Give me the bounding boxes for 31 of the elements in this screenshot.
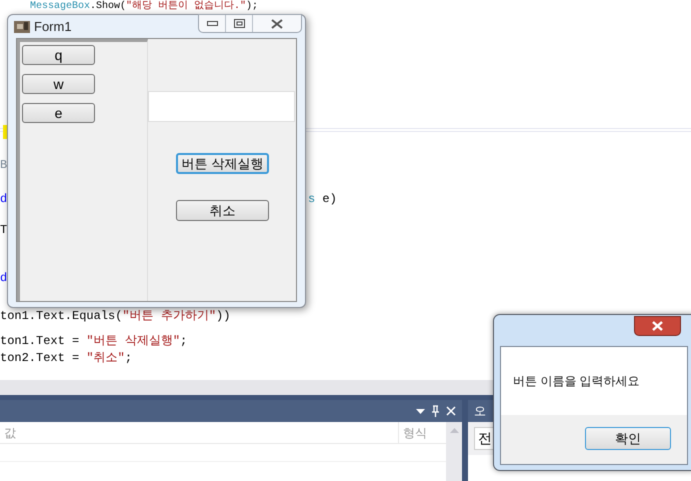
code-line: d — [0, 192, 8, 206]
form-button[interactable]: q — [22, 45, 95, 65]
form-button[interactable]: e — [22, 103, 95, 123]
code-line: d — [0, 271, 8, 285]
column-header: 값 — [4, 424, 16, 442]
form-button[interactable]: w — [22, 74, 95, 94]
window-title: Form1 — [34, 18, 72, 36]
text-field[interactable] — [148, 91, 295, 122]
maximize-icon — [234, 19, 244, 28]
scrollbar[interactable] — [446, 422, 462, 481]
dropdown-icon[interactable] — [416, 408, 425, 414]
code-line: T — [0, 223, 8, 237]
code-line: ton2.Text = "취소"; — [0, 351, 132, 365]
column-header: 형식 — [403, 424, 427, 442]
app-icon — [14, 20, 30, 32]
pin-icon[interactable] — [431, 405, 440, 417]
form-button[interactable]: 취소 — [176, 200, 269, 221]
code-line: B — [0, 158, 8, 172]
ok-button[interactable]: 확인 — [585, 427, 671, 450]
close-icon[interactable] — [446, 406, 456, 416]
code-line: ton1.Text = "버튼 삭제실행"; — [0, 334, 188, 348]
minimize-icon — [206, 21, 218, 26]
close-icon — [270, 18, 284, 28]
panel-title: 오 — [474, 403, 486, 420]
code-line: s e) — [308, 192, 337, 206]
close-button[interactable] — [634, 316, 681, 336]
close-icon — [651, 321, 664, 331]
code-line: ton1.Text.Equals("버튼 추가하기")) — [0, 309, 230, 323]
form-button[interactable]: 버튼 삭제실행 — [176, 153, 269, 174]
message-text: 버튼 이름을 입력하세요 — [513, 373, 640, 390]
code-line: MessageBox.Show("해당 버튼이 없습니다."); — [30, 0, 258, 13]
